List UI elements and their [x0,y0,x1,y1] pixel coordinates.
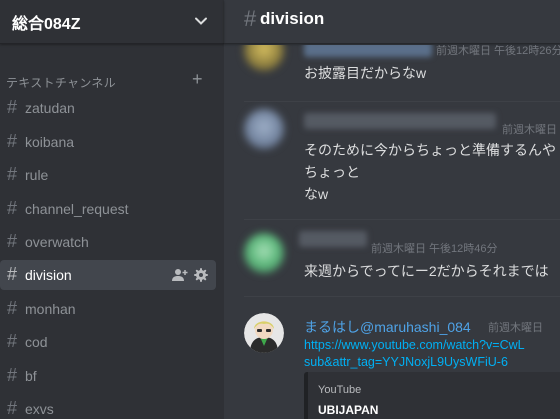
channel-item-division[interactable]: # division [0,260,216,290]
channel-label: cod [25,334,48,350]
channel-actions [171,267,211,283]
link-embed: YouTube UBIJAPAN [304,372,560,419]
message-list[interactable]: 前週木曜日 午後12時26分 お披露目だからなw 前週木曜日 そのために今からち… [224,45,560,419]
category-label: テキストチャンネル [6,76,116,90]
message-text: そのために今からちょっと準備するんや [304,142,556,158]
hash-icon: # [7,298,18,318]
hash-icon: # [7,231,18,251]
avatar[interactable] [244,45,284,71]
message-text: お披露目だからなw [304,65,427,81]
hash-icon: # [7,398,18,418]
message-text: なw [304,186,329,202]
channel-label: bf [25,368,37,384]
channel-item-exvs[interactable]: # exvs [0,394,216,419]
server-name: 総合084Z [12,16,81,33]
channel-item-cod[interactable]: # cod [0,327,216,357]
message-link[interactable]: https://www.youtube.com/watch?v=CwL [304,338,525,352]
message-text: 来週からでってにー2だからそれまでは [304,263,549,279]
channel-label: channel_request [25,201,129,217]
hash-icon: # [7,264,18,284]
chevron-down-icon[interactable] [192,12,210,30]
channel-header: # division [224,0,560,44]
channel-item-monhan[interactable]: # monhan [0,294,216,324]
avatar[interactable] [244,313,284,353]
plus-icon[interactable]: + [192,70,203,88]
channel-category[interactable]: テキストチャンネル + [6,70,216,90]
channel-label: koibana [25,134,75,150]
channel-sidebar: 総合084Z テキストチャンネル + # zatudan # koibana #… [0,0,224,419]
avatar[interactable] [244,233,284,273]
channel-label: exvs [25,401,54,417]
hash-icon: # [7,365,18,385]
channel-label: rule [25,167,49,183]
hash-icon: # [7,198,18,218]
hash-icon: # [7,164,18,184]
message-timestamp: 前週木曜日 [488,322,543,334]
embed-title[interactable]: UBIJAPAN [318,403,378,417]
channel-label: monhan [25,301,76,317]
message-text: ちょっと [304,164,360,180]
message-link[interactable]: sub&attr_tag=YYJNoxjL9UysWFiU-6 [304,355,508,369]
add-user-icon[interactable] [171,267,189,283]
channel-label: zatudan [25,100,75,116]
channel-item-rule[interactable]: # rule [0,160,216,190]
author-name-blurred[interactable] [304,113,496,129]
channel-item-koibana[interactable]: # koibana [0,127,216,157]
avatar[interactable] [244,109,284,149]
channel-item-channel-request[interactable]: # channel_request [0,194,216,224]
hash-icon: # [244,6,257,31]
author-name-blurred[interactable] [299,231,367,247]
channel-label: division [25,267,72,283]
message-timestamp: 前週木曜日 午後12時46分 [371,243,498,255]
message-timestamp: 前週木曜日 [502,124,557,136]
channel-item-bf[interactable]: # bf [0,361,216,391]
message-divider [244,219,560,220]
channel-item-overwatch[interactable]: # overwatch [0,227,216,257]
channel-item-zatudan[interactable]: # zatudan [0,93,216,123]
message-divider [244,296,560,297]
server-header[interactable]: 総合084Z [0,0,224,44]
author-name-blurred[interactable] [304,45,432,57]
channel-title: division [260,9,325,28]
hash-icon: # [7,131,18,151]
hash-icon: # [7,97,18,117]
gear-icon[interactable] [193,267,209,283]
channel-label: overwatch [25,234,89,250]
hash-icon: # [7,331,18,351]
message-author[interactable]: まるはし@maruhashi_084 [304,317,471,337]
message-timestamp: 前週木曜日 午後12時26分 [436,45,560,57]
message-divider [244,101,560,102]
embed-provider[interactable]: YouTube [318,384,361,396]
